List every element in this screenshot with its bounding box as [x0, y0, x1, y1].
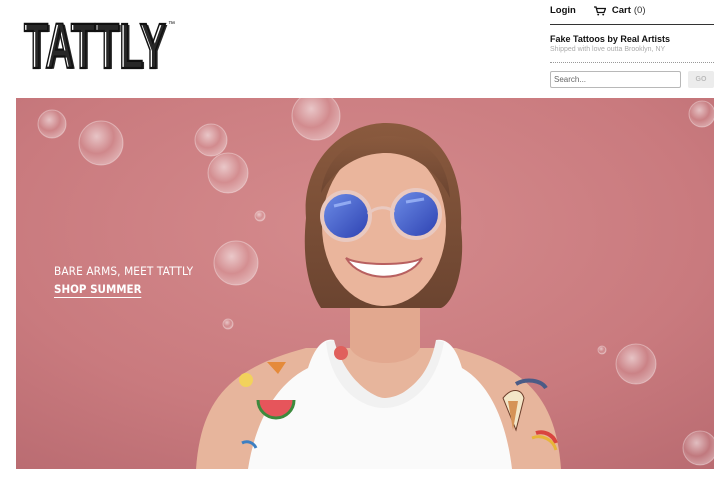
shipping-subtagline: Shipped with love outta Brooklyn, NY — [550, 46, 666, 53]
hero-banner[interactable]: BARE ARMS, MEET TATTLY SHOP SUMMER — [16, 98, 714, 469]
cart-count: (0) — [633, 5, 646, 16]
search-go-button[interactable]: GO — [688, 71, 714, 88]
logo-text-inner: TATTLY — [26, 14, 168, 74]
top-nav: Login Cart (0) — [550, 5, 646, 16]
header-dotted-divider — [550, 62, 714, 63]
header-divider — [550, 24, 714, 25]
cart-label: Cart — [611, 5, 631, 16]
cart-link[interactable]: Cart (0) — [612, 5, 646, 16]
search-input[interactable] — [550, 71, 681, 88]
hero-text-block: BARE ARMS, MEET TATTLY SHOP SUMMER — [54, 264, 205, 298]
tagline: Fake Tattoos by Real Artists — [550, 34, 671, 44]
login-link[interactable]: Login — [550, 5, 576, 16]
trademark-mark: ™ — [168, 21, 175, 28]
shopping-cart-icon[interactable] — [593, 5, 606, 16]
shop-summer-link[interactable]: SHOP SUMMER — [54, 282, 142, 298]
hero-headline: BARE ARMS, MEET TATTLY — [54, 264, 194, 278]
tattly-logo[interactable]: TATTLY TATTLY ™ — [22, 14, 176, 74]
